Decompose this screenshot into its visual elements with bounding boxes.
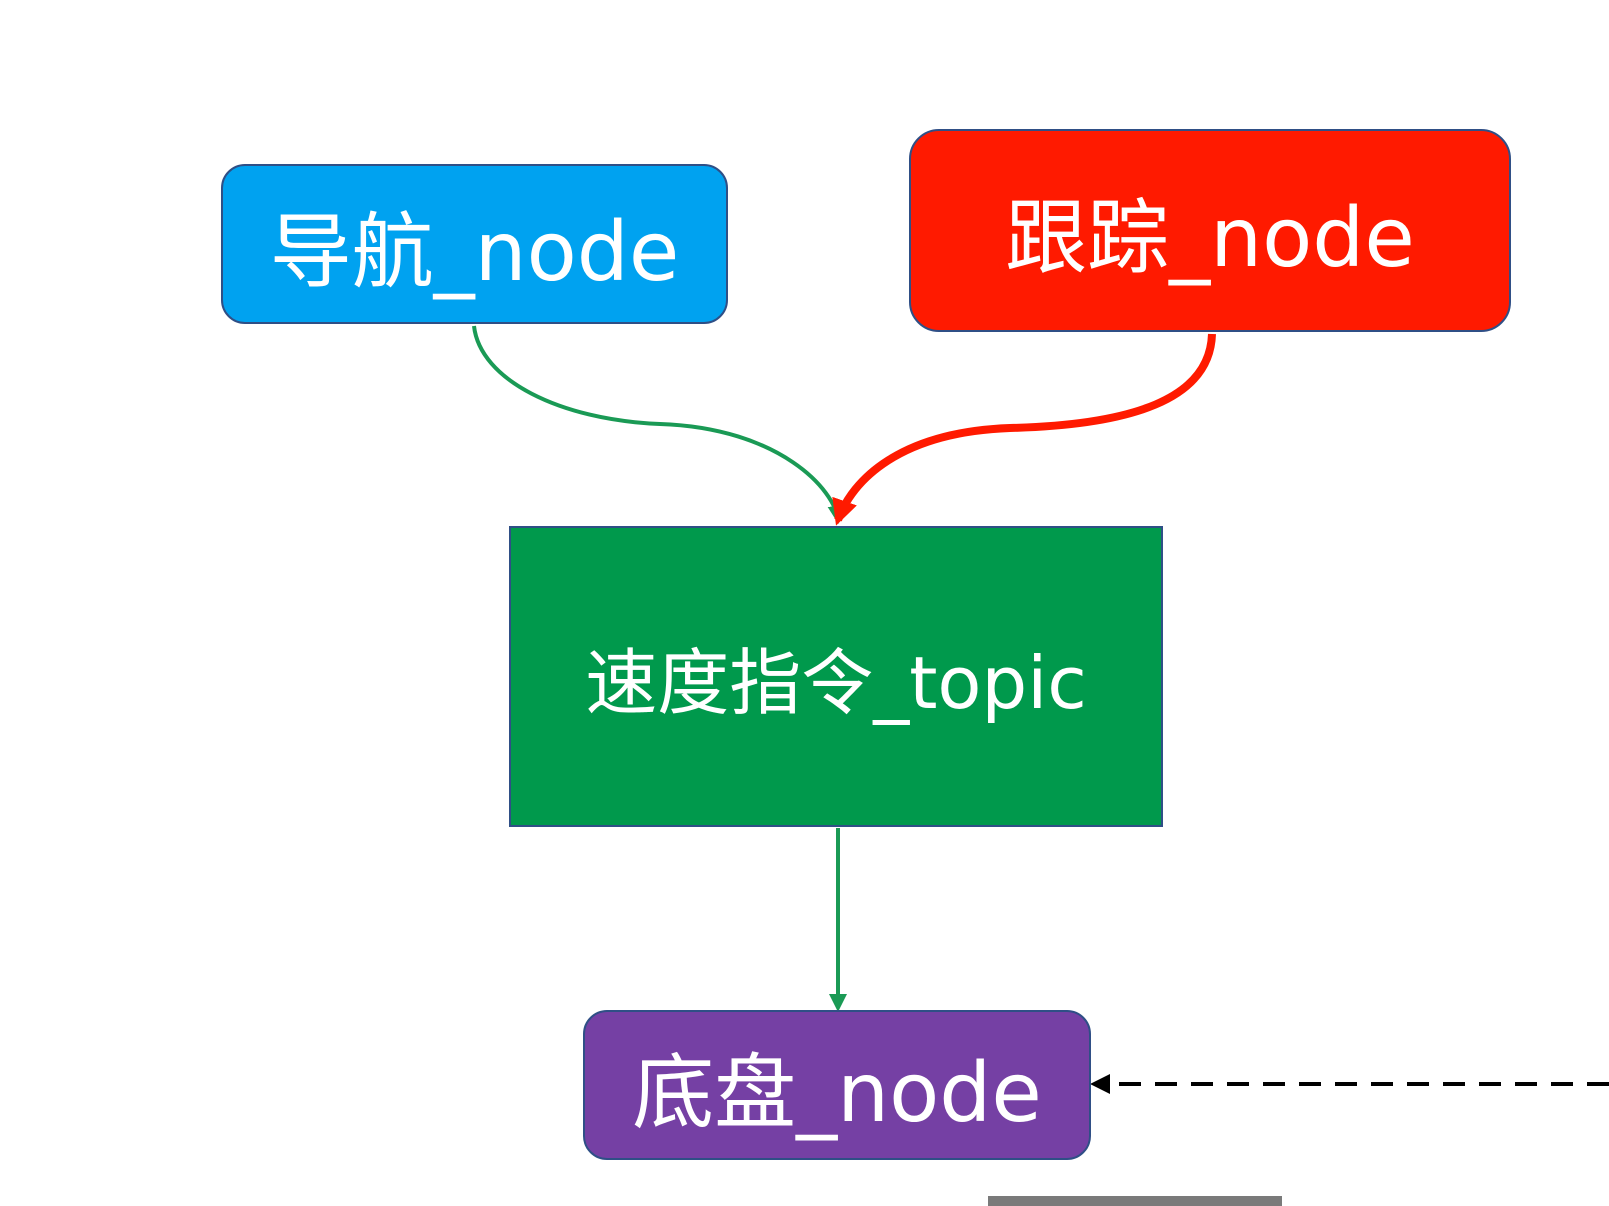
edge-tracking-to-topic xyxy=(832,333,1216,526)
edge-navigation-to-topic xyxy=(472,325,846,524)
chassis-node-label: 底盘_node xyxy=(632,1045,1042,1141)
bottom-partial-bar xyxy=(988,1196,1282,1206)
chassis-node: 底盘_node xyxy=(583,1010,1091,1160)
navigation-node-label: 导航_node xyxy=(269,204,680,300)
velocity-topic-label: 速度指令_topic xyxy=(585,641,1087,725)
tracking-node-label: 跟踪_node xyxy=(1005,191,1415,286)
tracking-node: 跟踪_node xyxy=(909,129,1511,332)
velocity-topic: 速度指令_topic xyxy=(509,526,1163,827)
navigation-node: 导航_node xyxy=(221,164,728,324)
